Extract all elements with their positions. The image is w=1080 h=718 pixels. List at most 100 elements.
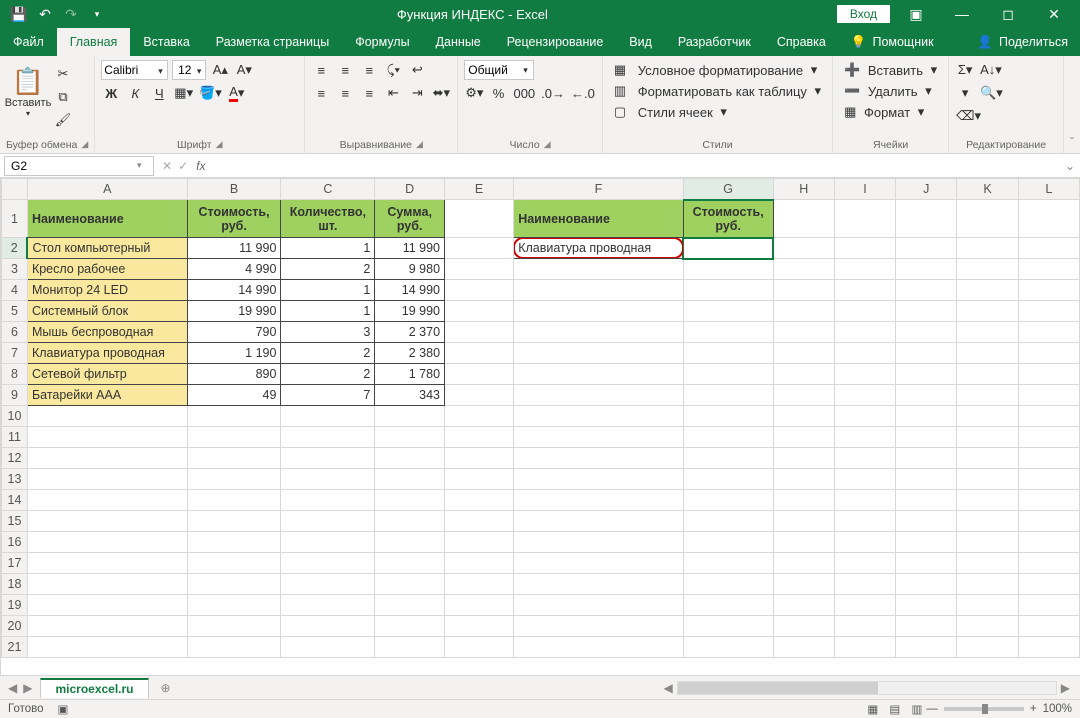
- dialog-launcher-icon[interactable]: ◢: [216, 139, 223, 151]
- cell-J6[interactable]: [896, 322, 957, 343]
- cell-J16[interactable]: [896, 532, 957, 553]
- cell-K1[interactable]: [957, 200, 1018, 238]
- align-top-icon[interactable]: ≡: [311, 60, 331, 80]
- cell-C1[interactable]: Количество,шт.: [281, 200, 375, 238]
- cell-K15[interactable]: [957, 511, 1018, 532]
- row-header-10[interactable]: 10: [2, 406, 28, 427]
- cell-K20[interactable]: [957, 616, 1018, 637]
- grow-font-icon[interactable]: A▴: [210, 60, 230, 80]
- cell-E8[interactable]: [445, 364, 514, 385]
- row-header-15[interactable]: 15: [2, 511, 28, 532]
- cell-G13[interactable]: [683, 469, 773, 490]
- maximize-icon[interactable]: ◻: [988, 0, 1028, 28]
- cell-L4[interactable]: [1018, 280, 1079, 301]
- cell-C20[interactable]: [281, 616, 375, 637]
- cell-I1[interactable]: [834, 200, 895, 238]
- cell-C15[interactable]: [281, 511, 375, 532]
- tab-help[interactable]: Справка: [764, 28, 839, 56]
- cell-J20[interactable]: [896, 616, 957, 637]
- cell-C12[interactable]: [281, 448, 375, 469]
- cell-F19[interactable]: [514, 595, 684, 616]
- fx-icon[interactable]: fx: [196, 159, 211, 173]
- cell-L3[interactable]: [1018, 259, 1079, 280]
- cell-K8[interactable]: [957, 364, 1018, 385]
- cell-H13[interactable]: [773, 469, 834, 490]
- sheet-nav-prev-icon[interactable]: ◀: [8, 681, 17, 695]
- cell-E7[interactable]: [445, 343, 514, 364]
- cell-F15[interactable]: [514, 511, 684, 532]
- cell-styles-button[interactable]: ▢ Стили ячеек ▾: [609, 102, 826, 122]
- cell-A14[interactable]: [27, 490, 187, 511]
- cell-A11[interactable]: [27, 427, 187, 448]
- cell-G14[interactable]: [683, 490, 773, 511]
- dialog-launcher-icon[interactable]: ◢: [81, 139, 88, 151]
- cell-B11[interactable]: [187, 427, 281, 448]
- row-header-13[interactable]: 13: [2, 469, 28, 490]
- cell-G20[interactable]: [683, 616, 773, 637]
- row-header-11[interactable]: 11: [2, 427, 28, 448]
- cell-C8[interactable]: 2: [281, 364, 375, 385]
- cell-A13[interactable]: [27, 469, 187, 490]
- row-header-4[interactable]: 4: [2, 280, 28, 301]
- accounting-icon[interactable]: ⚙▾: [464, 83, 484, 103]
- horizontal-scrollbar[interactable]: ◀ ▶: [177, 681, 1080, 695]
- cell-H14[interactable]: [773, 490, 834, 511]
- cell-C17[interactable]: [281, 553, 375, 574]
- cell-B13[interactable]: [187, 469, 281, 490]
- row-header-17[interactable]: 17: [2, 553, 28, 574]
- cell-G3[interactable]: [683, 259, 773, 280]
- row-header-19[interactable]: 19: [2, 595, 28, 616]
- cell-F18[interactable]: [514, 574, 684, 595]
- cell-B1[interactable]: Стоимость,руб.: [187, 200, 281, 238]
- row-header-6[interactable]: 6: [2, 322, 28, 343]
- cell-H12[interactable]: [773, 448, 834, 469]
- font-color-icon[interactable]: A▾: [227, 83, 247, 103]
- col-header-H[interactable]: H: [773, 179, 834, 200]
- comma-icon[interactable]: 000: [512, 83, 536, 103]
- cell-J7[interactable]: [896, 343, 957, 364]
- cell-E2[interactable]: [445, 238, 514, 259]
- cell-L14[interactable]: [1018, 490, 1079, 511]
- save-icon[interactable]: 💾: [8, 3, 30, 25]
- cell-E18[interactable]: [445, 574, 514, 595]
- cell-L1[interactable]: [1018, 200, 1079, 238]
- cell-G2[interactable]: [683, 238, 773, 259]
- tab-view[interactable]: Вид: [616, 28, 665, 56]
- cell-K7[interactable]: [957, 343, 1018, 364]
- align-center-icon[interactable]: ≡: [335, 83, 355, 103]
- row-header-3[interactable]: 3: [2, 259, 28, 280]
- cell-B5[interactable]: 19 990: [187, 301, 281, 322]
- cell-H3[interactable]: [773, 259, 834, 280]
- cell-I17[interactable]: [834, 553, 895, 574]
- cell-H9[interactable]: [773, 385, 834, 406]
- dialog-launcher-icon[interactable]: ◢: [416, 139, 423, 151]
- cell-E5[interactable]: [445, 301, 514, 322]
- insert-cells-button[interactable]: ➕ Вставить ▾: [839, 60, 942, 80]
- cell-G9[interactable]: [683, 385, 773, 406]
- cell-H10[interactable]: [773, 406, 834, 427]
- sheet-tab[interactable]: microexcel.ru: [40, 678, 148, 698]
- col-header-B[interactable]: B: [187, 179, 281, 200]
- orientation-icon[interactable]: ⤹▾: [383, 60, 403, 80]
- cell-K6[interactable]: [957, 322, 1018, 343]
- select-all-corner[interactable]: [2, 179, 28, 200]
- cell-D2[interactable]: 11 990: [375, 238, 445, 259]
- cell-J13[interactable]: [896, 469, 957, 490]
- cell-B19[interactable]: [187, 595, 281, 616]
- format-as-table-button[interactable]: ▥ Форматировать как таблицу ▾: [609, 81, 826, 101]
- row-header-8[interactable]: 8: [2, 364, 28, 385]
- sheet-nav-next-icon[interactable]: ▶: [23, 681, 32, 695]
- cell-I7[interactable]: [834, 343, 895, 364]
- bold-button[interactable]: Ж: [101, 83, 121, 103]
- cell-L17[interactable]: [1018, 553, 1079, 574]
- cell-H7[interactable]: [773, 343, 834, 364]
- cell-H15[interactable]: [773, 511, 834, 532]
- cell-L6[interactable]: [1018, 322, 1079, 343]
- cell-F1[interactable]: Наименование: [514, 200, 684, 238]
- font-name-combo[interactable]: ▾: [101, 60, 168, 80]
- cell-C18[interactable]: [281, 574, 375, 595]
- percent-icon[interactable]: %: [488, 83, 508, 103]
- cell-F8[interactable]: [514, 364, 684, 385]
- cell-G21[interactable]: [683, 637, 773, 658]
- enter-formula-icon[interactable]: ✓: [178, 159, 188, 173]
